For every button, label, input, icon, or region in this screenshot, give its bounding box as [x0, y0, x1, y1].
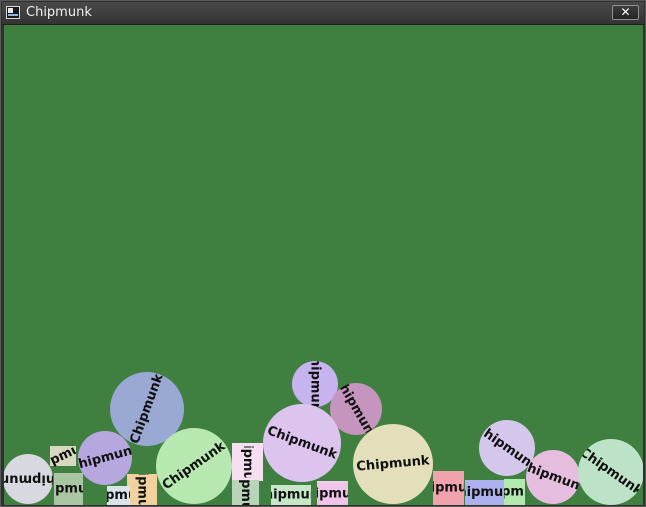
shape-label: Chipmunk	[135, 453, 150, 505]
physics-ball: Chipmunk	[156, 428, 232, 504]
title-bar[interactable]: Chipmunk ✕	[2, 2, 644, 25]
physics-ball: Chipmunk	[263, 404, 341, 482]
physics-ball: Chipmunk	[577, 439, 643, 505]
physics-scene: Chipmunk ChipmunkChipmunkChipmunk Chipmunk…	[4, 361, 643, 505]
window-app-icon	[6, 6, 20, 19]
physics-canvas[interactable]: Chipmunk Chipmunk Chipmunk Chipmunk Chipmunk…	[4, 25, 643, 505]
physics-box: Chipmunk	[254, 485, 328, 505]
app-window: Chipmunk ✕ Chipmunk Chipmunk Chipmunk Chipm…	[0, 0, 646, 507]
close-button[interactable]: ✕	[612, 5, 639, 20]
close-icon: ✕	[620, 5, 631, 19]
window-title: Chipmunk	[26, 5, 92, 20]
shape-label: Chipmunk	[254, 488, 328, 503]
physics-ball: Chipmunk	[353, 424, 433, 504]
